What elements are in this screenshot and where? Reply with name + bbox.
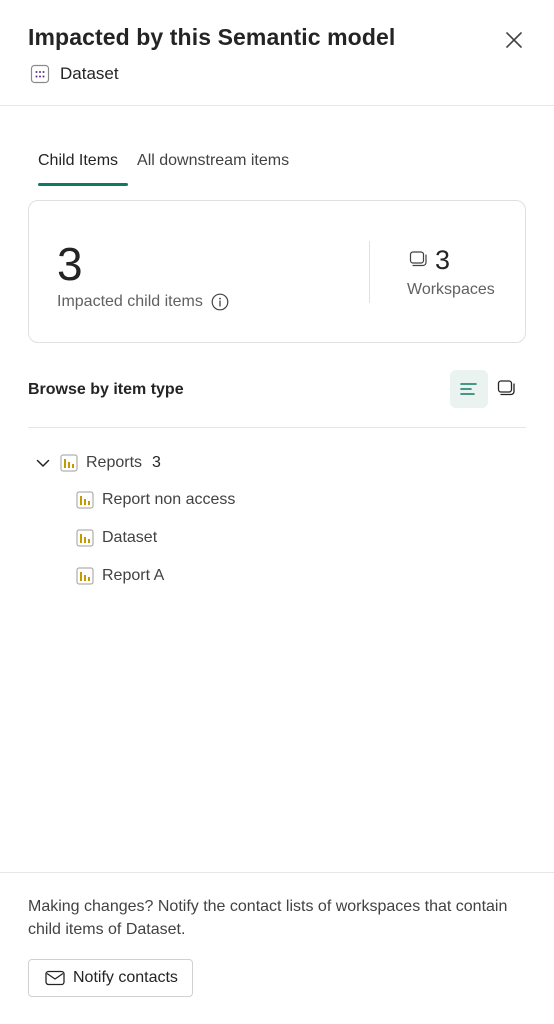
panel-title: Impacted by this Semantic model [28,24,396,50]
tab-all-downstream-items[interactable]: All downstream items [127,148,299,186]
summary-card: 3 Impacted child items 3 Workspaces [28,200,526,343]
tab-list: Child Items All downstream items [28,148,299,188]
tree-group-count: 3 [152,454,161,471]
workspace-view-button[interactable] [488,370,526,408]
tree-group-reports[interactable]: Reports 3 [28,448,161,478]
tree-item[interactable]: Report non access [76,485,235,515]
impacted-count: 3 [57,238,83,290]
mail-icon [45,970,65,986]
tree-item[interactable]: Dataset [76,523,157,553]
workspaces-count: 3 [435,245,451,275]
semantic-model-icon [30,64,50,84]
browse-header: Browse by item type [28,370,526,428]
tree-item[interactable]: Report A [76,561,164,591]
panel-header: Impacted by this Semantic model Dataset [0,0,554,106]
list-view-button[interactable] [450,370,488,408]
panel-footer: Making changes? Notify the contact lists… [0,872,554,1024]
close-button[interactable] [500,26,528,54]
impact-panel: Impacted by this Semantic model Dataset [0,0,554,1024]
chevron-down-icon[interactable] [34,454,52,472]
tree-item-label: Dataset [102,529,158,546]
tab-child-items[interactable]: Child Items [28,148,129,186]
report-icon [76,491,94,509]
workspaces-label: Workspaces [407,281,495,298]
notify-contacts-button[interactable]: Notify contacts [28,959,193,997]
list-view-icon [460,383,477,395]
report-icon [76,567,94,585]
tree-group-label: Reports [86,454,143,471]
info-icon[interactable] [211,293,229,311]
workspace-view-icon [497,380,515,396]
workspaces-count-row: 3 [409,245,450,275]
report-icon [76,529,94,547]
impacted-label: Impacted child items [57,293,203,310]
workspace-icon [409,250,429,270]
item-name: Dataset [60,64,119,83]
impacted-label-row: Impacted child items [57,293,229,311]
close-icon[interactable] [505,31,523,49]
notify-contacts-label: Notify contacts [73,969,178,986]
tree-item-label: Report non access [102,491,236,508]
card-divider [369,241,370,303]
browse-label: Browse by item type [28,381,184,398]
tree-item-label: Report A [102,567,165,584]
notify-description: Making changes? Notify the contact lists… [28,898,508,938]
report-icon [60,454,78,472]
item-subtitle: Dataset [30,62,119,86]
